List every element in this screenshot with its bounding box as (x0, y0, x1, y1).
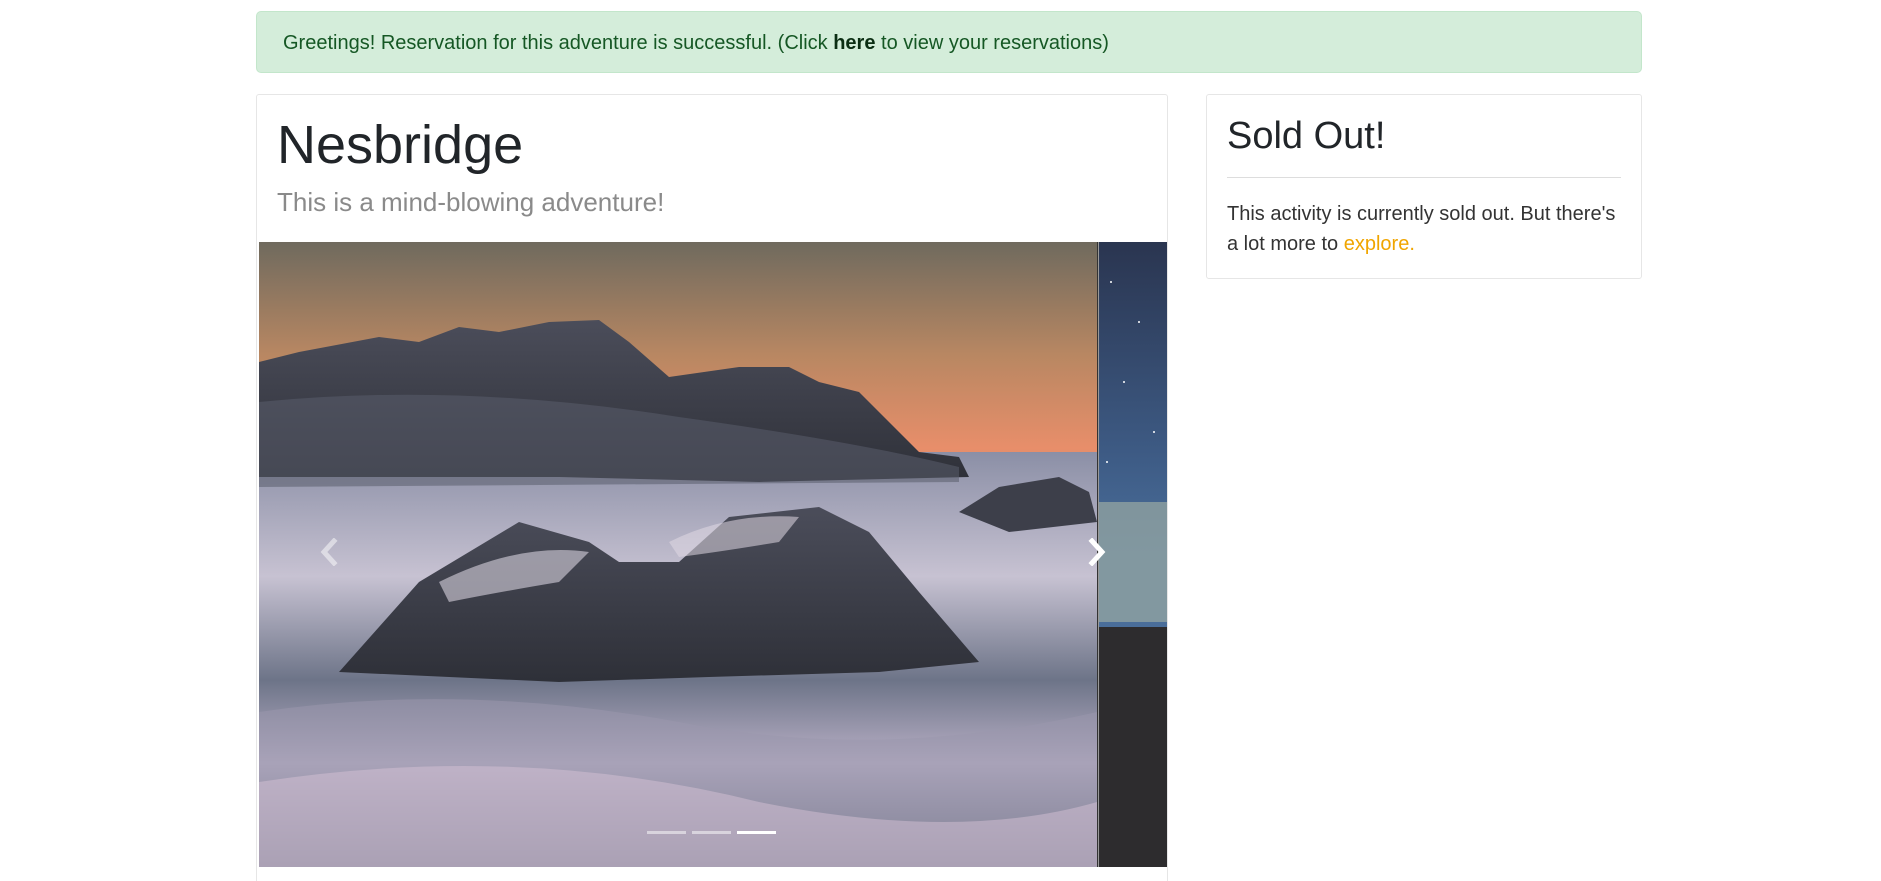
view-reservations-link[interactable]: here (833, 32, 875, 54)
sold-out-text: This activity is currently sold out. But… (1227, 203, 1616, 255)
adventure-subtitle: This is a mind-blowing adventure! (277, 187, 665, 217)
divider (1227, 177, 1621, 178)
carousel-slide-active (259, 242, 1097, 867)
adventure-card: Nesbridge This is a mind-blowing adventu… (256, 94, 1168, 881)
carousel-next-button[interactable] (1067, 522, 1127, 582)
adventure-title: Nesbridge (277, 115, 524, 175)
carousel-indicator-2[interactable] (692, 831, 731, 834)
chevron-right-icon (1088, 538, 1106, 566)
alert-text-start: Greetings! Reservation for this adventur… (283, 32, 834, 54)
page: Greetings! Reservation for this adventur… (0, 0, 1881, 881)
carousel-indicator-3[interactable] (737, 831, 776, 834)
landscape-image (259, 242, 1097, 867)
carousel-prev-button[interactable] (299, 522, 359, 582)
explore-link[interactable]: explore. (1344, 233, 1415, 255)
alert-text-end: to view your reservations) (875, 32, 1109, 54)
sold-out-title: Sold Out! (1227, 115, 1386, 157)
carousel-indicator-1[interactable] (647, 831, 686, 834)
carousel-indicators (647, 831, 776, 834)
chevron-left-icon (320, 538, 338, 566)
sold-out-message: This activity is currently sold out. But… (1227, 199, 1627, 259)
photo-carousel[interactable] (259, 242, 1167, 867)
reservation-success-alert: Greetings! Reservation for this adventur… (256, 11, 1642, 73)
sold-out-panel: Sold Out! This activity is currently sol… (1206, 94, 1642, 279)
